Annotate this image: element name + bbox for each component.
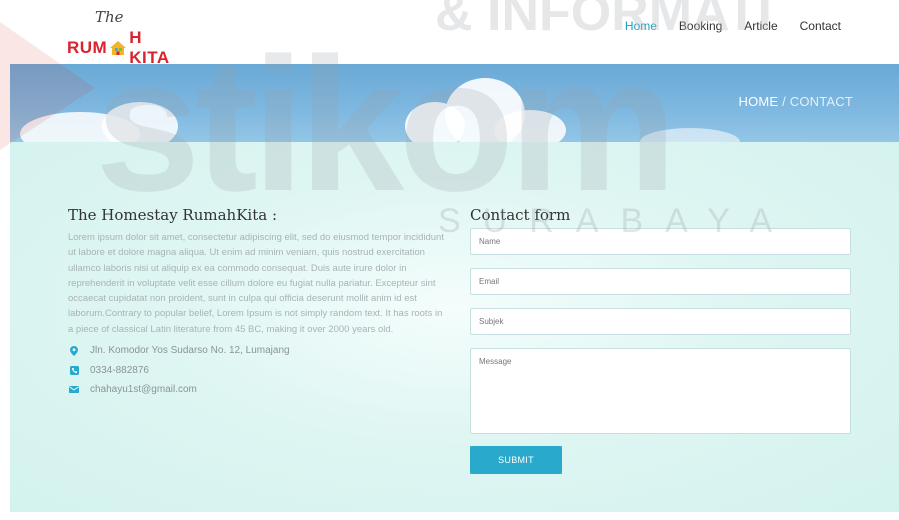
phone-text: 0334-882876	[90, 364, 149, 376]
site-logo[interactable]: The RUM H KITA	[67, 8, 187, 67]
logo-text-left: RUM	[67, 38, 108, 57]
nav-contact[interactable]: Contact	[800, 19, 841, 33]
contact-form: Contact form SUBMIT	[470, 206, 851, 474]
logo-main-text: RUM H KITA	[67, 28, 187, 68]
subject-field[interactable]	[470, 308, 851, 335]
email-text[interactable]: chahayu1st@gmail.com	[90, 384, 197, 395]
phone-icon	[69, 365, 79, 375]
contact-address: Jln. Komodor Yos Sudarso No. 12, Lumajan…	[68, 341, 448, 361]
about-column: The Homestay RumahKita : Lorem ipsum dol…	[68, 206, 448, 400]
message-field[interactable]	[470, 348, 851, 434]
house-icon	[109, 40, 127, 56]
submit-button[interactable]: SUBMIT	[470, 446, 562, 474]
breadcrumb-separator: /	[778, 94, 790, 109]
map-marker-icon	[69, 345, 79, 356]
about-title: The Homestay RumahKita :	[68, 206, 278, 224]
about-text: Lorem ipsum dolor sit amet, consectetur …	[68, 232, 444, 335]
address-text: Jln. Komodor Yos Sudarso No. 12, Lumajan…	[90, 345, 290, 357]
contact-info-list: Jln. Komodor Yos Sudarso No. 12, Lumajan…	[68, 341, 448, 400]
logo-text-right: H KITA	[129, 28, 170, 67]
breadcrumb-home[interactable]: HOME	[738, 94, 778, 109]
contact-email: chahayu1st@gmail.com	[68, 380, 448, 400]
breadcrumb-current: CONTACT	[789, 94, 853, 109]
breadcrumb: HOME / CONTACT	[738, 94, 853, 109]
main-nav: Home Booking Article Contact	[625, 19, 841, 33]
nav-booking[interactable]: Booking	[679, 19, 722, 33]
site-header: The RUM H KITA Home Booking Article Cont…	[0, 0, 899, 67]
name-field[interactable]	[470, 228, 851, 255]
nav-home[interactable]: Home	[625, 19, 657, 33]
email-field[interactable]	[470, 268, 851, 295]
envelope-icon	[69, 385, 79, 395]
nav-article[interactable]: Article	[744, 19, 777, 33]
contact-phone: 0334-882876	[68, 361, 448, 381]
logo-the-text: The	[95, 8, 124, 26]
contact-section: The Homestay RumahKita : Lorem ipsum dol…	[10, 142, 899, 512]
page-banner: HOME / CONTACT	[10, 64, 899, 142]
contact-form-title: Contact form	[470, 206, 571, 224]
